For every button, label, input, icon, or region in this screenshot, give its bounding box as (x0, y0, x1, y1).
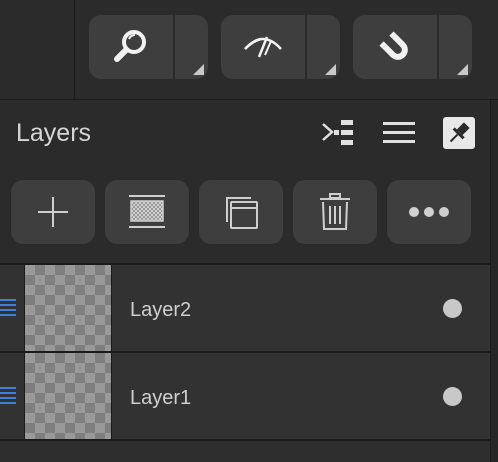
layer-name[interactable]: Layer1 (130, 387, 191, 410)
trash-icon (320, 193, 350, 230)
visibility-lines-icon (0, 299, 16, 316)
dropdown-triangle-icon (325, 64, 336, 75)
layer-options-dot[interactable] (443, 387, 462, 406)
view-tool-main[interactable] (221, 15, 305, 79)
zoom-tool-options[interactable] (175, 15, 208, 79)
tool-area-left-panel (0, 0, 75, 99)
layer-visibility-toggle[interactable] (0, 353, 22, 439)
tool-area (0, 0, 498, 99)
dropdown-triangle-icon (457, 64, 468, 75)
layers-list-empty-area (0, 442, 490, 462)
layer-row[interactable]: Layer2 (0, 265, 490, 351)
zoom-tool-button[interactable] (89, 15, 208, 79)
duplicate-layer-button[interactable] (199, 180, 283, 244)
plus-icon (38, 197, 68, 227)
zoom-tool-main[interactable] (89, 15, 173, 79)
layer-name[interactable]: Layer2 (130, 299, 191, 322)
mask-layer-button[interactable] (105, 180, 189, 244)
snap-tool-options[interactable] (439, 15, 472, 79)
layer-row[interactable]: Layer1 (0, 353, 490, 439)
eye-slash-icon (244, 36, 282, 58)
layer-visibility-toggle[interactable] (0, 265, 22, 351)
more-dots-icon (409, 207, 449, 217)
snap-tool-button[interactable] (353, 15, 472, 79)
layer-mask-icon (129, 195, 165, 228)
layer-options-dot[interactable] (443, 299, 462, 318)
magnifier-icon (114, 30, 146, 62)
layers-panel-header: Layers (0, 100, 490, 166)
add-layer-button[interactable] (11, 180, 95, 244)
more-options-button[interactable] (387, 180, 471, 244)
menu-icon (383, 122, 415, 143)
snap-tool-main[interactable] (353, 15, 437, 79)
view-tool-options[interactable] (307, 15, 340, 79)
collapse-list-icon (322, 120, 353, 145)
pin-icon (449, 122, 470, 143)
pin-panel-button[interactable] (443, 117, 475, 149)
magnet-icon (379, 31, 408, 60)
visibility-lines-icon (0, 387, 16, 404)
panel-menu-button[interactable] (381, 116, 417, 150)
delete-layer-button[interactable] (293, 180, 377, 244)
panel-title: Layers (16, 119, 92, 147)
collapse-list-button[interactable] (320, 116, 356, 150)
panel-right-edge (490, 100, 498, 462)
dropdown-triangle-icon (193, 64, 204, 75)
layer-thumbnail[interactable] (24, 265, 112, 351)
duplicate-icon (226, 197, 258, 229)
layer-thumbnail[interactable] (24, 353, 112, 439)
view-tool-button[interactable] (221, 15, 340, 79)
